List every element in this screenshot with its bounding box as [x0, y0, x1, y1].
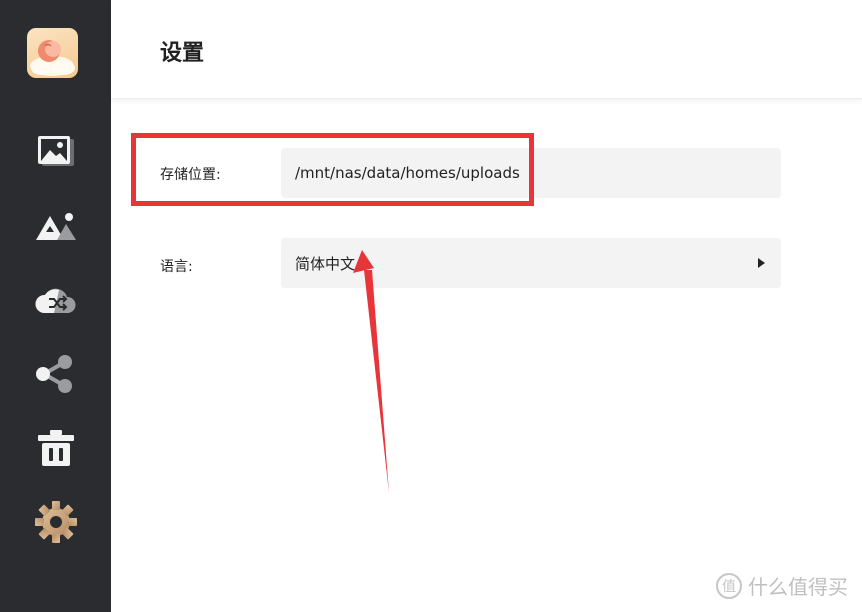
nav-photos[interactable]: [0, 124, 111, 180]
storage-location-field[interactable]: /mnt/nas/data/homes/uploads: [281, 148, 781, 198]
language-value: 简体中文: [295, 254, 356, 273]
language-select[interactable]: 简体中文: [281, 238, 781, 288]
trash-icon: [37, 430, 74, 466]
watermark-badge: 值: [716, 572, 742, 599]
app-logo[interactable]: [27, 28, 78, 78]
nav-trash[interactable]: [0, 420, 111, 476]
watermark-text: 什么值得买: [748, 575, 848, 599]
sidebar: [0, 0, 111, 612]
nav-settings[interactable]: [0, 494, 111, 550]
language-label: 语言:: [160, 259, 193, 275]
storage-location-label: 存储位置:: [160, 167, 221, 183]
page-title: 设置: [160, 41, 205, 66]
gear-icon: [34, 501, 77, 543]
caret-right-icon: [758, 258, 765, 268]
main-content: 设置 存储位置: /mnt/nas/data/homes/uploads 语言:…: [111, 0, 862, 612]
storage-location-value: /mnt/nas/data/homes/uploads: [295, 164, 520, 182]
share-icon: [35, 355, 72, 393]
app-logo-icon: [30, 40, 75, 76]
nav-share[interactable]: [0, 346, 111, 402]
page-header: 设置: [111, 0, 862, 99]
nav-albums[interactable]: [0, 198, 111, 254]
nav-sync[interactable]: [0, 272, 111, 328]
mountain-icon: [35, 213, 76, 240]
cloud-sync-icon: [34, 288, 76, 313]
watermark: 值 什么值得买: [716, 571, 848, 600]
image-gallery-icon: [37, 136, 74, 166]
